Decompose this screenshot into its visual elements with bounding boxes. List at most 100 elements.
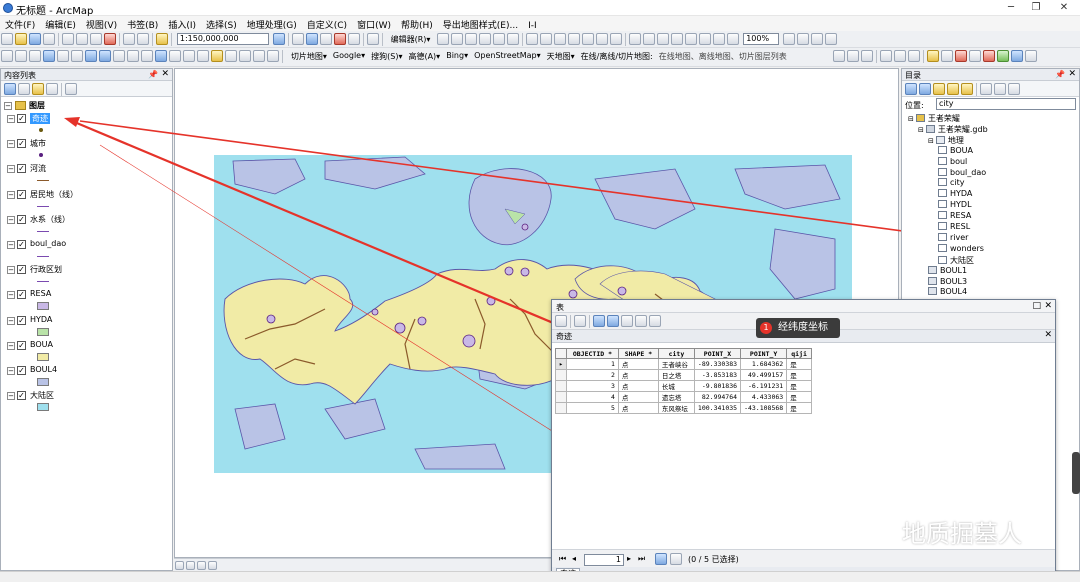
catalog-connect-icon[interactable]: [961, 83, 973, 95]
catalog-close-icon[interactable]: ✕: [1068, 69, 1076, 79]
catalog-item[interactable]: boul_dao: [938, 167, 986, 179]
table-cell[interactable]: 东风祭坛: [657, 402, 695, 414]
catalog-item[interactable]: 大陆区: [938, 255, 974, 266]
table-cell[interactable]: 1.684362: [740, 358, 788, 370]
layout-view-icon[interactable]: [186, 561, 195, 570]
column-header[interactable]: POINT_X: [693, 348, 742, 359]
table-cell[interactable]: -9.801836: [693, 380, 742, 392]
catalog-item[interactable]: RESA: [938, 211, 971, 222]
related-tables-icon[interactable]: [574, 315, 586, 327]
row-selector[interactable]: ▸: [555, 358, 567, 370]
table-cell[interactable]: 点: [617, 402, 659, 414]
column-header[interactable]: POINT_Y: [740, 348, 788, 359]
catalog-forward-icon[interactable]: [919, 83, 931, 95]
catalog-item[interactable]: BOUL4: [928, 287, 967, 298]
catalog-item[interactable]: ⊟ 王者荣耀: [908, 113, 960, 124]
catalog-item[interactable]: HYDL: [938, 200, 972, 211]
table-cell[interactable]: 遗忘塔: [657, 391, 695, 403]
catalog-item[interactable]: BOUA: [938, 145, 973, 157]
table-cell[interactable]: 日之塔: [657, 369, 695, 381]
table-cell[interactable]: 长城: [657, 380, 695, 392]
column-header[interactable]: qiji: [786, 348, 812, 359]
table-cell[interactable]: 82.994764: [693, 391, 742, 403]
catalog-item[interactable]: river: [938, 232, 968, 244]
refresh-view-icon[interactable]: [197, 561, 206, 570]
table-options-menu-icon[interactable]: [555, 315, 567, 327]
table-cell[interactable]: 5: [565, 402, 619, 414]
record-number-field[interactable]: 1: [584, 554, 624, 566]
fc-icon: [938, 222, 947, 230]
table-row[interactable]: ▸ 1 点王者峡谷 -89.330383 1.684362 是: [555, 358, 812, 370]
row-selector[interactable]: [555, 391, 567, 403]
table-tab-close-icon[interactable]: ✕: [1044, 330, 1052, 340]
table-cell[interactable]: 100.341035: [693, 402, 742, 414]
table-row[interactable]: 2 点日之塔 -3.853183 49.499157 是: [555, 369, 812, 381]
table-cell[interactable]: 4: [565, 391, 619, 403]
row-selector[interactable]: [555, 380, 567, 392]
table-cell[interactable]: 王者峡谷: [657, 358, 695, 370]
catalog-item[interactable]: BOUL1: [928, 265, 967, 277]
catalog-item[interactable]: city: [938, 178, 965, 189]
catalog-home-icon[interactable]: [947, 83, 959, 95]
catalog-item[interactable]: ⊟ 王者荣耀.gdb: [918, 124, 988, 135]
side-scroll-handle[interactable]: [1072, 452, 1080, 494]
column-header[interactable]: OBJECTID *: [565, 348, 619, 359]
table-cell[interactable]: -43.108568: [740, 402, 788, 414]
select-by-attributes-icon[interactable]: [593, 315, 605, 327]
table-cell[interactable]: 4.433063: [740, 391, 788, 403]
table-cell[interactable]: 2: [565, 369, 619, 381]
location-combo[interactable]: city: [936, 98, 1076, 110]
column-header[interactable]: city: [657, 348, 695, 359]
table-cell[interactable]: 是: [786, 391, 812, 403]
table-row[interactable]: 5 点东风祭坛 100.341035 -43.108568 是: [555, 402, 812, 414]
catalog-item[interactable]: wonders: [938, 243, 984, 255]
table-cell[interactable]: -3.853183: [693, 369, 742, 381]
table-row[interactable]: 3 点长城 -9.801836 -6.191231 是: [555, 380, 812, 392]
table-cell[interactable]: 是: [786, 380, 812, 392]
expand-toggle[interactable]: ⊟: [928, 137, 934, 145]
table-cell[interactable]: 是: [786, 369, 812, 381]
table-cell[interactable]: 是: [786, 402, 812, 414]
show-selected-records-icon[interactable]: [670, 553, 682, 565]
catalog-toggle-icon[interactable]: [994, 83, 1006, 95]
first-record-icon[interactable]: ⏮: [559, 554, 566, 564]
table-cell[interactable]: 点: [617, 369, 659, 381]
catalog-views-icon[interactable]: [980, 83, 992, 95]
expand-toggle[interactable]: ⊟: [908, 115, 914, 123]
show-all-records-icon[interactable]: [655, 553, 667, 565]
pause-drawing-icon[interactable]: [208, 561, 217, 570]
table-cell[interactable]: -89.330383: [693, 358, 742, 370]
catalog-back-icon[interactable]: [905, 83, 917, 95]
table-cell[interactable]: 49.499157: [740, 369, 788, 381]
table-cell[interactable]: 点: [617, 380, 659, 392]
table-cell[interactable]: -6.191231: [740, 380, 788, 392]
table-cell[interactable]: 点: [617, 391, 659, 403]
delete-selected-icon[interactable]: [649, 315, 661, 327]
table-cell[interactable]: 3: [565, 380, 619, 392]
catalog-item[interactable]: boul: [938, 156, 967, 168]
row-selector[interactable]: [555, 402, 567, 414]
expand-toggle[interactable]: ⊟: [918, 126, 924, 134]
next-record-icon[interactable]: ▸: [627, 554, 631, 563]
switch-selection-icon[interactable]: [607, 315, 619, 327]
catalog-up-icon[interactable]: [933, 83, 945, 95]
table-cell[interactable]: 1: [565, 358, 619, 370]
table-row[interactable]: 4 点遗忘塔 82.994764 4.433063 是: [555, 391, 812, 403]
data-view-icon[interactable]: [175, 561, 184, 570]
table-cell[interactable]: 点: [617, 358, 659, 370]
prev-record-icon[interactable]: ◂: [572, 554, 576, 563]
catalog-item[interactable]: HYDA: [938, 189, 972, 200]
catalog-item[interactable]: ⊟ 地理: [928, 135, 964, 146]
table-cell[interactable]: 是: [786, 358, 812, 370]
catalog-item[interactable]: RESL: [938, 222, 970, 233]
last-record-icon[interactable]: ⏭: [638, 554, 645, 564]
column-header[interactable]: SHAPE *: [617, 348, 659, 359]
table-close-icon[interactable]: ✕: [1044, 301, 1052, 311]
clear-selection-table-icon[interactable]: [621, 315, 633, 327]
row-selector[interactable]: [555, 369, 567, 381]
zoom-to-selected-icon[interactable]: [635, 315, 647, 327]
catalog-item[interactable]: BOUL3: [928, 276, 967, 288]
catalog-options-icon[interactable]: [1008, 83, 1020, 95]
table-maximize-icon[interactable]: □: [1032, 301, 1041, 311]
catalog-pin-icon[interactable]: 📌: [1055, 70, 1065, 79]
